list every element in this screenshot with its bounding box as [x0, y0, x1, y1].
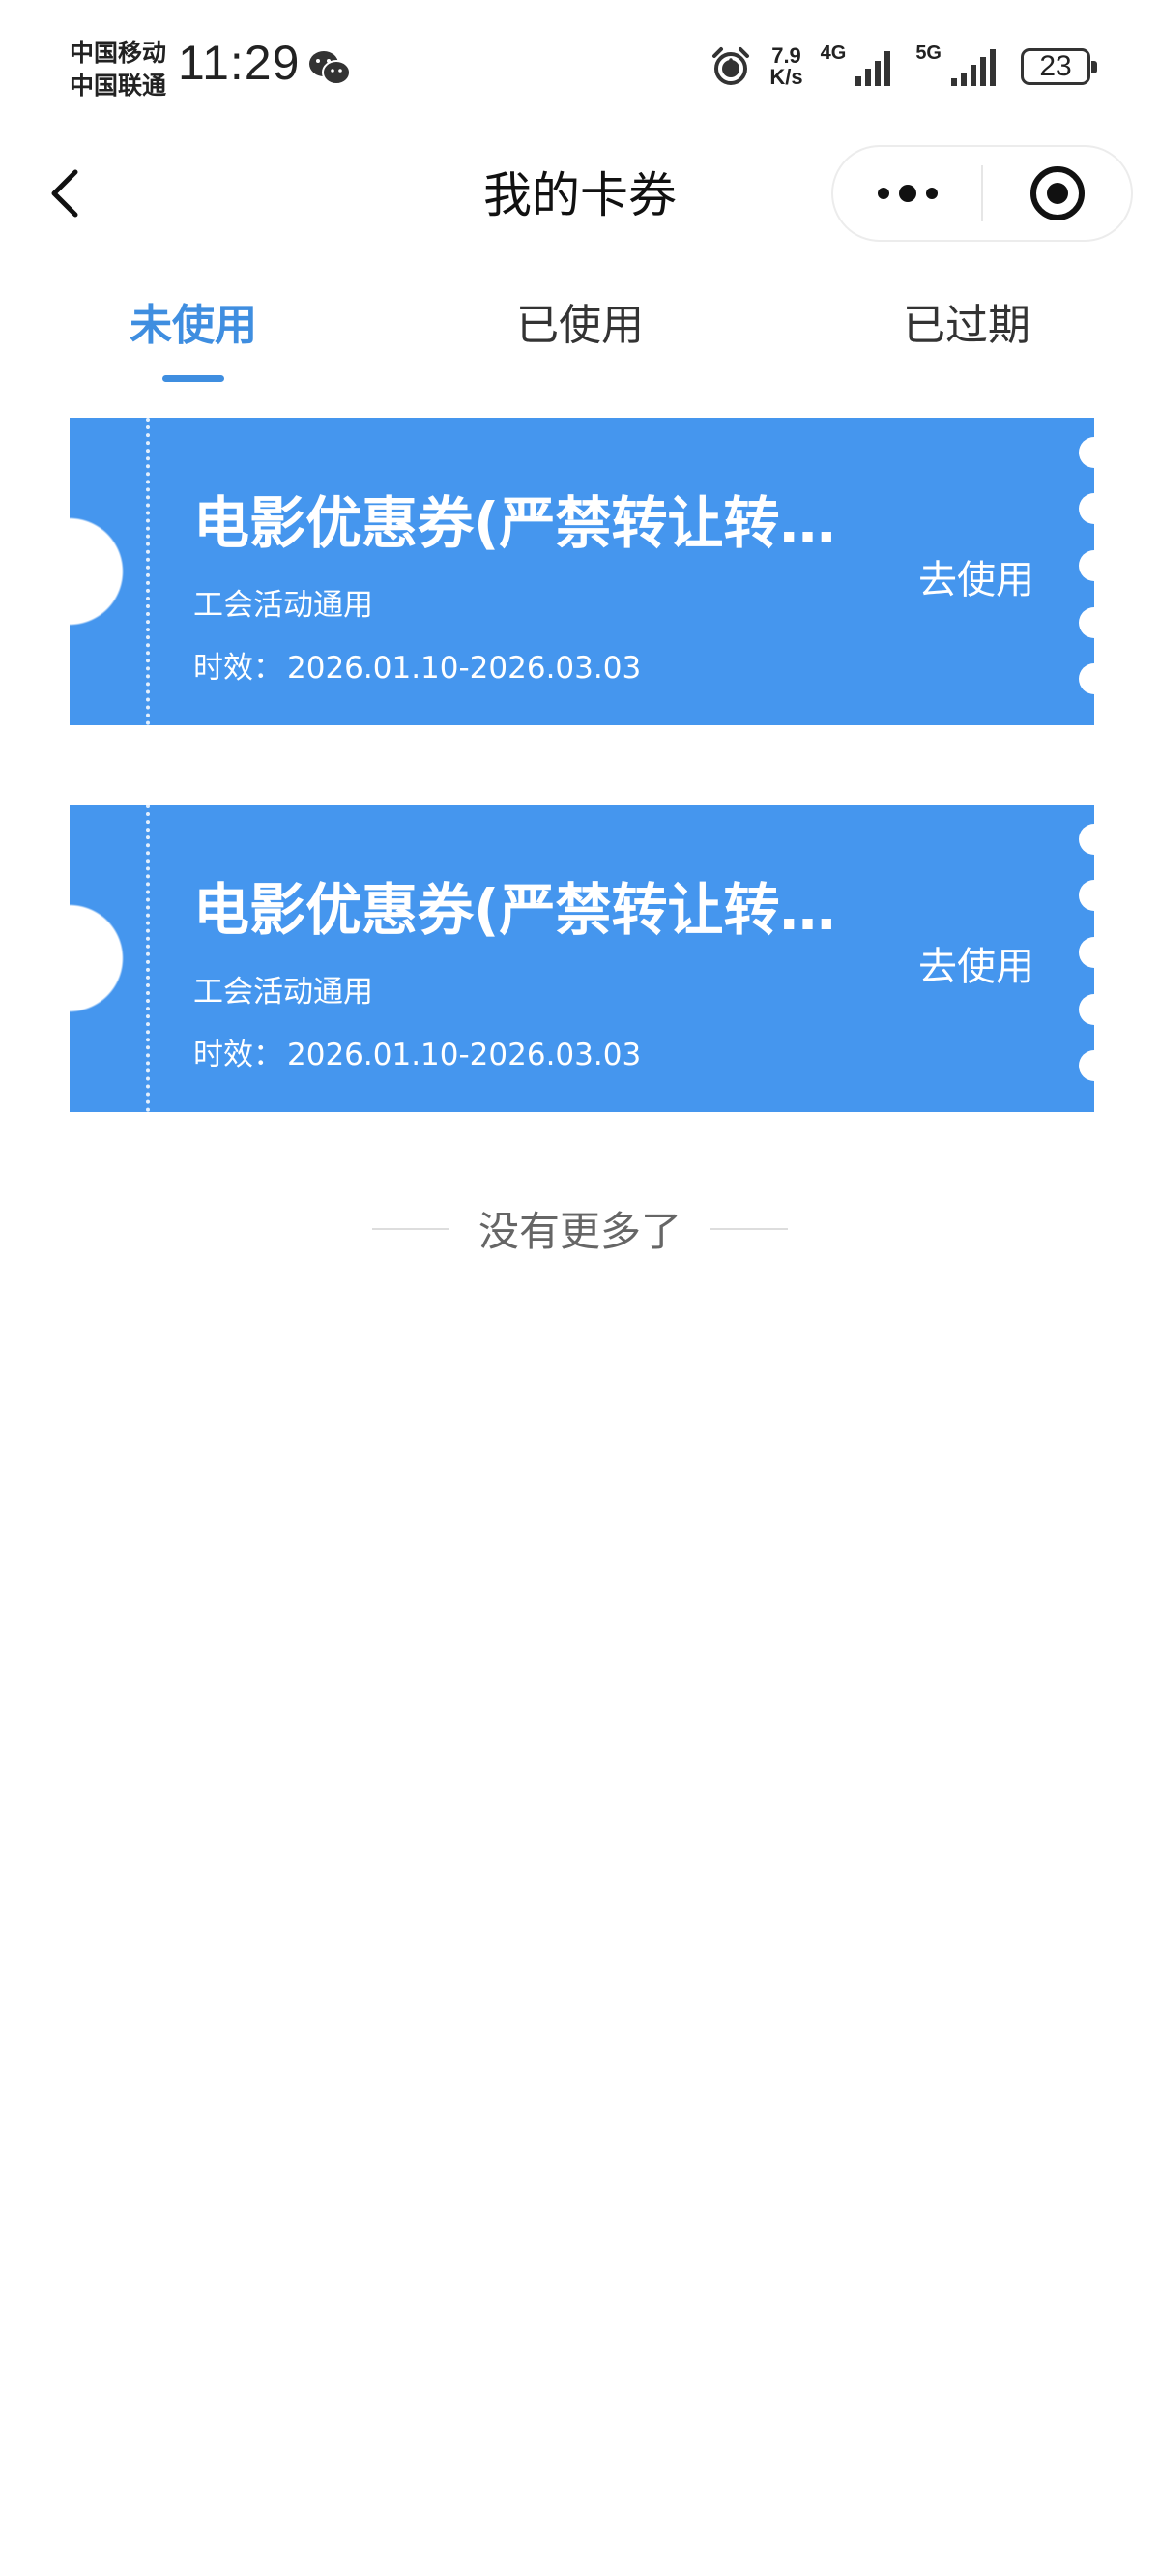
end-of-list: 没有更多了 [0, 1199, 1160, 1258]
status-indicators: 7.9 K/s 4G 5G 23 [710, 42, 1097, 91]
coupon-validity: 时效： 2026.01.10-2026.03.03 [193, 1030, 641, 1073]
more-dots-icon [877, 185, 938, 202]
coupon-validity-label: 时效： [193, 651, 283, 686]
carrier-2: 中国联通 [70, 72, 167, 100]
mini-program-capsule [831, 145, 1133, 242]
alarm-clock-icon [712, 47, 750, 85]
signal-2-label: 5G [915, 42, 942, 64]
coupon-title: 电影优惠券(严禁转让转售) [193, 490, 851, 556]
coupon-validity-label: 时效： [193, 1038, 283, 1072]
network-speed-value: 7.9 [771, 44, 801, 68]
coupon-subtitle: 工会活动通用 [193, 588, 373, 623]
coupon-validity-dates: 2026.01.10-2026.03.03 [287, 651, 642, 686]
status-time: 11:29 [178, 36, 301, 90]
status-bar: 中国移动 中国联通 11:29 7.9 K/s 4G 5G 23 [0, 0, 1160, 145]
no-more-text: 没有更多了 [478, 1208, 682, 1255]
network-speed: 7.9 K/s [769, 45, 802, 88]
tab-unused[interactable]: 未使用 [77, 290, 309, 352]
signal-bars-icon [856, 51, 891, 86]
signal-1-label: 4G [820, 42, 847, 64]
coupon-tabs: 未使用 已使用 已过期 [0, 271, 1160, 387]
active-tab-indicator [162, 375, 224, 382]
coupon-card[interactable]: 电影优惠券(严禁转让转售) 工会活动通用 时效： 2026.01.10-2026.… [70, 418, 1110, 725]
carrier-info: 中国移动 中国联通 [70, 37, 166, 102]
coupon-subtitle: 工会活动通用 [193, 975, 373, 1010]
coupon-perforation [146, 805, 150, 1112]
coupon-validity: 时效： 2026.01.10-2026.03.03 [193, 643, 641, 687]
divider-line [371, 1227, 450, 1230]
more-button[interactable] [833, 147, 981, 240]
carrier-1: 中国移动 [70, 39, 167, 67]
signal-bars-icon [951, 49, 996, 86]
coupon-notches [1079, 418, 1110, 725]
coupon-title: 电影优惠券(严禁转让转售) [193, 877, 851, 943]
divider-line [710, 1227, 788, 1230]
use-coupon-button[interactable]: 去使用 [918, 548, 1034, 604]
coupon-validity-dates: 2026.01.10-2026.03.03 [287, 1038, 642, 1072]
network-speed-unit: K/s [769, 65, 803, 89]
tab-expired[interactable]: 已过期 [851, 290, 1083, 352]
tab-used[interactable]: 已使用 [464, 290, 696, 352]
coupon-notches [1079, 805, 1110, 1112]
coupon-card[interactable]: 电影优惠券(严禁转让转售) 工会活动通用 时效： 2026.01.10-2026.… [70, 805, 1110, 1112]
coupon-perforation [146, 418, 150, 725]
nav-bar: 我的卡券 [0, 145, 1160, 251]
coupons-page: 中国移动 中国联通 11:29 7.9 K/s 4G 5G 23 我的卡券 未使… [0, 0, 1160, 2576]
close-mini-program-button[interactable] [983, 147, 1131, 240]
battery-indicator: 23 [1021, 48, 1097, 85]
wechat-icon [309, 51, 351, 85]
target-circle-icon [1030, 166, 1085, 220]
use-coupon-button[interactable]: 去使用 [918, 935, 1034, 991]
